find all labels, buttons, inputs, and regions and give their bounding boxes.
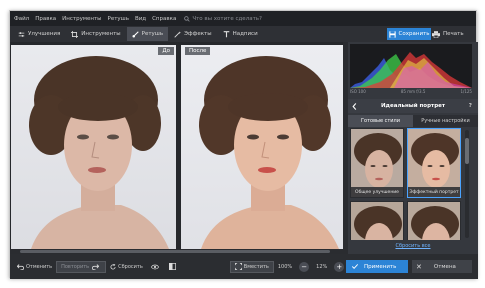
undo-label: Отменить	[26, 263, 53, 270]
tab-manual-settings[interactable]: Ручные настройки	[413, 115, 478, 127]
zoom-out-button[interactable]: −	[299, 261, 310, 272]
preset-thumbnail[interactable]	[350, 201, 404, 240]
menu-file[interactable]: Файл	[14, 16, 29, 22]
menu-bar: Файл Правка Инструменты Ретушь Вид Справ…	[10, 11, 476, 26]
reset-icon	[110, 263, 116, 269]
scrollbar-thumb[interactable]	[465, 138, 469, 164]
check-icon	[352, 264, 358, 269]
fit-button[interactable]: Вместить	[229, 260, 274, 273]
redo-label: Повторить	[61, 263, 90, 270]
image-canvas[interactable]: До После	[10, 42, 348, 254]
menu-retouch[interactable]: Ретушь	[108, 16, 129, 22]
tab-effects[interactable]: Эффекты	[169, 27, 217, 41]
after-photo: После	[181, 45, 346, 249]
bottom-bar: Отменить Повторить Сбросить Вместить 100…	[10, 254, 478, 279]
menu-help[interactable]: Справка	[152, 16, 176, 22]
search-icon	[184, 15, 191, 22]
shutter-value: 1/125	[460, 89, 472, 94]
panel-title: Идеальный портрет	[380, 103, 446, 109]
redo-icon	[92, 263, 100, 270]
tab-label: Эффекты	[184, 31, 212, 37]
undo-button[interactable]: Отменить	[13, 261, 56, 273]
portrait-before-image	[29, 56, 169, 249]
right-panel: ISO 100 85 mm f/3.5 1/125 Идеальный порт…	[348, 42, 478, 254]
magic-wand-icon	[174, 30, 182, 38]
histogram-info: ISO 100 85 mm f/3.5 1/125	[350, 89, 472, 94]
scrollbar-thumb[interactable]	[20, 250, 330, 253]
panel-scrollbar[interactable]	[465, 130, 469, 238]
tab-label: Инструменты	[81, 31, 121, 37]
after-label: После	[185, 47, 211, 55]
menu-edit[interactable]: Правка	[35, 16, 56, 22]
close-icon: ✕	[416, 262, 422, 271]
panel-header: Идеальный портрет ?	[348, 99, 478, 113]
tab-label: Надписи	[232, 31, 258, 37]
iso-value: ISO 100	[350, 89, 366, 94]
panel-tabs: Готовые стили Ручные настройки	[348, 115, 478, 127]
tab-label: Улучшения	[28, 31, 61, 37]
compare-button[interactable]	[165, 261, 182, 273]
before-photo: До	[11, 45, 176, 249]
print-button[interactable]: Печать	[432, 28, 470, 40]
print-label: Печать	[443, 31, 464, 37]
tab-ready-styles[interactable]: Готовые стили	[348, 115, 413, 127]
printer-icon	[432, 30, 440, 38]
zoom-in-button[interactable]: +	[334, 261, 345, 272]
ask-search[interactable]: Что вы хотите сделать?	[184, 16, 262, 22]
reset-button[interactable]: Сбросить	[106, 261, 147, 273]
lens-value: 85 mm f/3.5	[400, 89, 426, 94]
zoom-level: 12%	[316, 263, 328, 270]
preset-thumbnail[interactable]	[407, 201, 461, 240]
zoom-100-button[interactable]: 100%	[274, 261, 296, 273]
menu-tools[interactable]: Инструменты	[62, 16, 101, 22]
tab-label: Ретушь	[141, 31, 164, 37]
save-icon	[388, 30, 396, 38]
text-icon	[223, 30, 229, 37]
portrait-after-image	[199, 56, 339, 249]
tab-retouch[interactable]: Ретушь	[126, 27, 169, 41]
fit-label: Вместить	[243, 263, 269, 270]
preview-toggle-button[interactable]	[147, 261, 165, 273]
apply-label: Применить	[364, 263, 397, 270]
preset-caption: Эффектный портрет	[408, 187, 460, 197]
ask-placeholder: Что вы хотите сделать?	[192, 15, 262, 22]
split-view-icon	[168, 263, 176, 270]
histogram-graph	[350, 52, 472, 88]
crop-icon	[71, 30, 79, 38]
preset-thumbnail[interactable]: Общее улучшение	[350, 128, 404, 198]
save-label: Сохранить	[398, 31, 430, 37]
sliders-icon	[18, 31, 25, 37]
preset-preview-image	[408, 202, 460, 240]
fit-screen-icon	[234, 263, 242, 270]
preset-grid: Общее улучшение Эффектный портрет	[350, 128, 463, 240]
tab-tools[interactable]: Инструменты	[66, 27, 125, 41]
menu-view[interactable]: Вид	[135, 16, 146, 22]
brush-icon	[132, 30, 139, 38]
chevron-left-icon[interactable]	[352, 102, 357, 110]
apply-button[interactable]: Применить	[346, 260, 408, 273]
undo-icon	[17, 263, 24, 270]
preset-thumbnail-selected[interactable]: Эффектный портрет	[407, 128, 461, 198]
preset-caption: Общее улучшение	[351, 187, 403, 197]
tab-captions[interactable]: Надписи	[218, 27, 263, 41]
reset-label: Сбросить	[118, 263, 143, 270]
app-window: Файл Правка Инструменты Ретушь Вид Справ…	[9, 10, 478, 279]
preset-preview-image	[351, 202, 403, 240]
reset-all-link[interactable]: Сбросить все	[348, 243, 478, 249]
redo-button[interactable]: Повторить	[56, 260, 107, 273]
eye-icon	[150, 264, 159, 269]
help-icon[interactable]: ?	[469, 103, 472, 109]
tab-enhancements[interactable]: Улучшения	[13, 27, 65, 41]
cancel-label: Отмена	[433, 263, 456, 270]
compare-divider[interactable]	[177, 42, 180, 254]
before-label: До	[158, 47, 174, 55]
histogram	[350, 44, 472, 88]
save-button[interactable]: Сохранить	[387, 28, 431, 40]
cancel-button[interactable]: ✕ Отмена	[412, 260, 472, 273]
